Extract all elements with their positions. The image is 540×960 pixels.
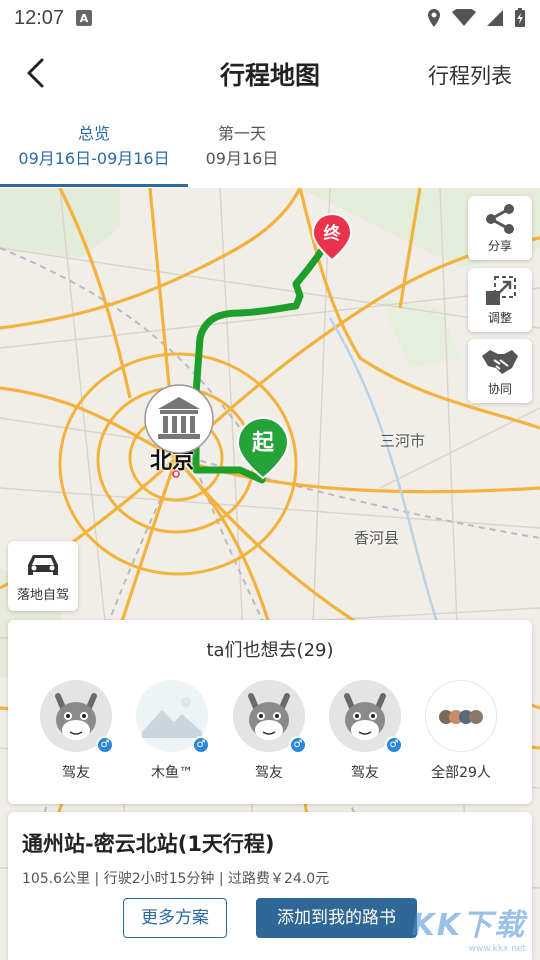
back-arrow-icon[interactable]	[18, 54, 56, 92]
watermark-main: KK下载	[411, 908, 526, 943]
trip-info: 105.6公里 | 行驶2小时15分钟 | 过路费￥24.0元	[22, 871, 330, 887]
adjust-button[interactable]: 调整	[468, 268, 532, 332]
tab-day-1[interactable]: 第一天 09月16日	[188, 122, 296, 172]
adjust-label: 调整	[487, 311, 512, 325]
more-plans-button[interactable]: 更多方案	[123, 898, 227, 938]
end-marker-label: 终	[323, 224, 341, 244]
car-icon	[28, 555, 58, 575]
start-marker-label: 起	[251, 431, 274, 456]
avatar-stack-icon	[425, 680, 497, 752]
also-want-to-go-title: ta们也想去(29)	[206, 640, 334, 661]
trip-summary-card: 通州站-密云北站(1天行程) 105.6公里 | 行驶2小时15分钟 | 过路费…	[8, 812, 532, 960]
map-label-xianghe: 香河县	[354, 529, 400, 547]
add-to-roadbook-button[interactable]: 添加到我的路书	[256, 898, 417, 938]
also-want-to-go-panel: ta们也想去(29) ♂ 驾友 ♂ 木鱼™ ♂ 驾友 ♂ 驾友 全部29人	[8, 620, 532, 804]
friend-item[interactable]: ♂ 木鱼™	[127, 680, 217, 782]
friend-name: 木鱼™	[151, 765, 193, 781]
donkey-avatar-icon: ♂	[233, 680, 307, 754]
male-gender-icon: ♂	[96, 736, 114, 754]
male-gender-icon: ♂	[385, 736, 403, 754]
battery-icon	[515, 8, 525, 27]
all-friends-label: 全部29人	[431, 765, 491, 781]
day-tabs: 总览 09月16日-09月16日 第一天 09月16日	[0, 110, 540, 188]
tab-day-1-date: 09月16日	[205, 149, 279, 168]
self-drive-button[interactable]: 落地自驾	[8, 541, 78, 611]
notification-app-icon: A	[76, 10, 93, 26]
tab-overview[interactable]: 总览 09月16日-09月16日	[0, 122, 188, 172]
watermark-sub: www.kkx.net	[468, 944, 527, 954]
male-gender-icon: ♂	[192, 736, 210, 754]
app-header: 行程地图 行程列表	[0, 36, 540, 110]
tab-overview-date: 09月16日-09月16日	[18, 149, 170, 168]
collab-button[interactable]: 协同	[468, 339, 532, 403]
friend-name: 驾友	[255, 765, 283, 781]
signal-icon	[487, 10, 503, 26]
map-label-sanhe: 三河市	[380, 432, 426, 450]
status-bar: 12:07 A	[0, 0, 540, 36]
friend-item[interactable]: ♂ 驾友	[320, 680, 410, 782]
museum-icon	[144, 384, 214, 454]
collab-label: 协同	[487, 382, 512, 396]
start-marker[interactable]: 起	[236, 416, 290, 480]
donkey-avatar-icon: ♂	[329, 680, 403, 754]
end-marker[interactable]: 终	[311, 212, 353, 262]
trip-list-link[interactable]: 行程列表	[428, 60, 512, 90]
status-time: 12:07	[14, 6, 65, 29]
adjust-icon	[486, 276, 516, 305]
friend-name: 驾友	[351, 765, 379, 781]
male-gender-icon: ♂	[289, 736, 307, 754]
handshake-icon	[482, 350, 518, 374]
active-tab-indicator	[0, 184, 188, 187]
location-icon	[428, 9, 440, 27]
trip-title: 通州站-密云北站(1天行程)	[22, 832, 275, 856]
share-label: 分享	[487, 239, 512, 253]
wifi-icon	[452, 9, 476, 26]
self-drive-label: 落地自驾	[16, 588, 69, 603]
tab-overview-label: 总览	[77, 124, 110, 143]
donkey-avatar-icon: ♂	[40, 680, 114, 754]
all-friends-button[interactable]: 全部29人	[416, 680, 506, 782]
friend-item[interactable]: ♂ 驾友	[31, 680, 121, 782]
share-icon	[486, 204, 514, 234]
friend-name: 驾友	[62, 765, 90, 781]
friend-item[interactable]: ♂ 驾友	[224, 680, 314, 782]
tab-day-1-label: 第一天	[217, 124, 266, 143]
share-button[interactable]: 分享	[468, 196, 532, 260]
mountain-photo-avatar: ♂	[136, 680, 210, 754]
watermark-logo: KK下载 www.kkx.net	[412, 900, 527, 954]
status-icons	[426, 8, 526, 28]
landmark-marker[interactable]	[142, 382, 216, 460]
